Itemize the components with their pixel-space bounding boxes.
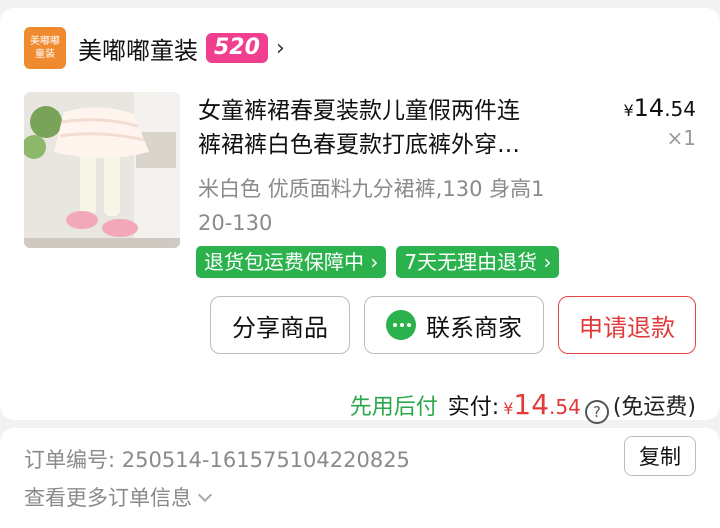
order-number-label: 订单编号: (24, 448, 116, 472)
copy-button[interactable]: 复制 (624, 436, 696, 476)
request-refund-button[interactable]: 申请退款 (558, 296, 696, 354)
chat-icon (386, 310, 416, 340)
chevron-right-icon: › (370, 250, 379, 274)
product-title[interactable]: 女童裤裙春夏装款儿童假两件连 裤裙裤白色春夏款打底裤外穿… (198, 94, 588, 162)
paid-label: 实付: (447, 395, 500, 420)
order-number: 订单编号: 250514-161575104220825 (24, 444, 410, 474)
price-decimal: .54 (664, 97, 696, 121)
price-integer: 14 (633, 94, 665, 122)
payment-summary: 先用后付 实付: ¥14.54 ? (免运费) (350, 388, 696, 424)
contact-seller-label: 联系商家 (426, 314, 522, 342)
product-quantity: ×1 (666, 126, 696, 150)
product-spec: 米白色 优质面料九分裙裤,130 身高1 20-130 (198, 172, 598, 240)
order-number-value: 250514-161575104220825 (121, 448, 410, 472)
tag-7day-return[interactable]: 7天无理由退货 › (396, 246, 560, 278)
tag-return-shipping-label: 退货包运费保障中 (204, 250, 364, 274)
amount-decimal: .54 (549, 395, 581, 419)
product-spec-line-1: 米白色 优质面料九分裙裤,130 身高1 (198, 177, 545, 201)
shop-logo: 美嘟嘟童装 (24, 27, 66, 69)
amount-integer: 14 (513, 388, 550, 421)
chevron-right-icon[interactable]: › (276, 36, 285, 61)
product-price: ¥14.54 (623, 94, 696, 122)
help-icon[interactable]: ? (584, 400, 609, 424)
amount-currency: ¥ (503, 399, 514, 418)
service-tags: 退货包运费保障中 › 7天无理由退货 › (196, 246, 560, 278)
tag-return-shipping[interactable]: 退货包运费保障中 › (196, 246, 387, 278)
tag-7day-return-label: 7天无理由退货 (404, 250, 538, 274)
more-order-info-label: 查看更多订单信息 (24, 486, 192, 510)
order-info-card: 订单编号: 250514-161575104220825 复制 查看更多订单信息 (0, 428, 720, 528)
price-currency: ¥ (623, 101, 634, 120)
product-title-line-2: 裤裙裤白色春夏款打底裤外穿… (198, 132, 520, 158)
order-item-card: 美嘟嘟童装 美嘟嘟童装 520 › 女童裤裙春夏装款儿童假两件连 裤裙裤白色春夏… (0, 8, 720, 424)
paid-amount: ¥14.54 (503, 388, 581, 421)
shop-name[interactable]: 美嘟嘟童装 (78, 31, 198, 66)
share-product-button[interactable]: 分享商品 (210, 296, 350, 354)
chevron-down-icon (197, 487, 213, 503)
more-order-info[interactable]: 查看更多订单信息 (24, 482, 213, 512)
free-shipping-label: (免运费) (612, 395, 696, 420)
shop-badge: 520 (206, 33, 268, 63)
shop-header[interactable]: 美嘟嘟童装 美嘟嘟童装 520 › (24, 26, 285, 70)
contact-seller-button[interactable]: 联系商家 (364, 296, 544, 354)
chevron-right-icon: › (543, 250, 552, 274)
product-spec-line-2: 20-130 (198, 211, 273, 235)
product-title-line-1: 女童裤裙春夏装款儿童假两件连 (198, 98, 520, 124)
pay-later-label[interactable]: 先用后付 (350, 389, 438, 421)
product-image (24, 92, 180, 248)
action-buttons: 分享商品 联系商家 申请退款 (210, 296, 696, 354)
product-thumbnail[interactable] (24, 92, 180, 248)
